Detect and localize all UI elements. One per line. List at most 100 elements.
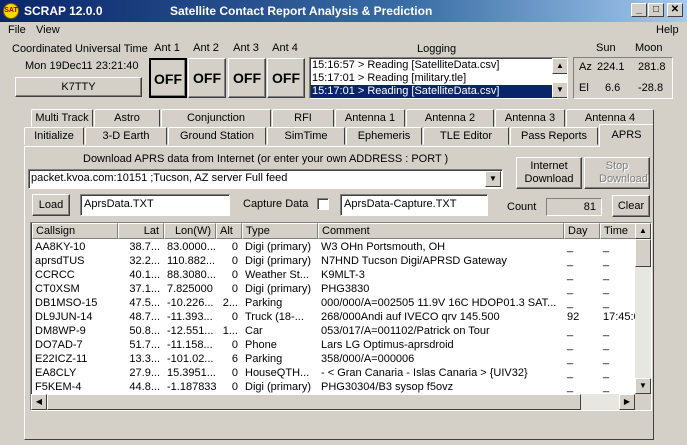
scroll-down-button[interactable]: ▼ — [635, 378, 651, 394]
tab-astro[interactable]: Astro — [94, 109, 160, 127]
cell-time: _ — [603, 283, 610, 295]
ant2-off-button[interactable]: OFF — [188, 58, 226, 98]
table-row[interactable]: CCRCC 40.1... 88.3080... 0 Weather St... K9ML… — [31, 268, 635, 282]
tab-multi-track[interactable]: Multi Track — [31, 109, 93, 127]
clear-button[interactable]: Clear — [612, 195, 650, 217]
scroll-right-button[interactable]: ▶ — [619, 394, 635, 410]
vertical-scrollbar[interactable]: ▲ ▼ — [635, 223, 651, 394]
chevron-down-icon[interactable]: ▼ — [485, 171, 501, 187]
load-file-field[interactable]: AprsData.TXT — [80, 194, 230, 216]
tab-3d-earth[interactable]: 3-D Earth — [85, 127, 167, 145]
cell-time: _ — [603, 269, 610, 281]
col-comment[interactable]: Comment — [318, 223, 564, 239]
logging-listbox[interactable]: 15:16:57 > Reading [SatelliteData.csv] 1… — [309, 57, 568, 99]
ant1-off-button[interactable]: OFF — [149, 58, 187, 98]
close-button[interactable]: ✕ — [667, 3, 683, 17]
cell-type: Parking — [245, 353, 283, 365]
cell-callsign: CCRCC — [35, 269, 75, 281]
table-row[interactable]: AA8KY-10 38.7... 83.0000... 0 Digi (primary)… — [31, 240, 635, 254]
app-name: SCRAP 12.0.0 — [24, 4, 103, 18]
cell-time: _ — [603, 367, 610, 379]
cell-alt: 0 — [231, 367, 238, 379]
col-lat[interactable]: Lat — [118, 223, 164, 239]
log-scroll-up-button[interactable]: ▲ — [552, 58, 567, 74]
menu-view[interactable]: View — [36, 24, 60, 36]
cell-type: Weather St... — [245, 269, 309, 281]
sun-az-value: 224.1 — [597, 61, 625, 73]
tab-tle-editor[interactable]: TLE Editor — [423, 127, 509, 145]
table-row[interactable]: aprsdTUS 32.2... 110.882... 0 Digi (primary)… — [31, 254, 635, 268]
scroll-thumb[interactable] — [635, 239, 651, 267]
server-value: packet.kvoa.com:10151 ;Tucson, AZ server… — [31, 172, 288, 184]
table-row[interactable]: EA8CLY 27.9... 15.3951... 0 HouseQTH... - < G… — [31, 366, 635, 380]
table-row[interactable]: DB1MSO-15 47.5... -10.226... 2... Parking 000… — [31, 296, 635, 310]
tab-simtime[interactable]: SimTime — [267, 127, 345, 145]
col-time[interactable]: Time — [600, 223, 636, 239]
capture-file-field[interactable]: AprsData-Capture.TXT — [340, 194, 488, 216]
tab-antenna-1[interactable]: Antenna 1 — [335, 109, 405, 127]
minimize-button[interactable]: _ — [631, 3, 647, 17]
scroll-corner — [635, 394, 651, 410]
server-combobox[interactable]: packet.kvoa.com:10151 ;Tucson, AZ server… — [28, 169, 503, 189]
cell-time: _ — [603, 325, 610, 337]
cell-callsign: AA8KY-10 — [35, 241, 86, 253]
hscroll-thumb[interactable] — [47, 394, 581, 410]
cell-callsign: DL9JUN-14 — [35, 311, 93, 323]
load-button[interactable]: Load — [32, 194, 70, 216]
utc-label: Coordinated Universal Time — [12, 43, 148, 55]
cell-type: Digi (primary) — [245, 381, 311, 393]
cell-type: Phone — [245, 339, 277, 351]
cell-lat: 37.1... — [129, 283, 160, 295]
log-line-selected: 15:17:01 > Reading [SatelliteData.csv] — [311, 85, 553, 98]
logging-label: Logging — [417, 43, 457, 55]
table-row[interactable]: F5KEM-4 44.8... -1.187833 0 Digi (primary) PH… — [31, 380, 635, 394]
tab-pass-reports[interactable]: Pass Reports — [510, 127, 598, 145]
callsign-button[interactable]: K7TTY — [15, 77, 142, 97]
cell-type: Parking — [245, 297, 283, 309]
table-row[interactable]: CT0XSM 37.1... 7.825000 0 Digi (primary) PHG3… — [31, 282, 635, 296]
log-scroll-down-button[interactable]: ▼ — [552, 82, 567, 98]
menu-file[interactable]: File — [8, 24, 26, 36]
table-row[interactable]: DL9JUN-14 48.7... -11.393... 0 Truck (18-...… — [31, 310, 636, 324]
tab-aprs[interactable]: APRS — [599, 124, 654, 147]
col-day[interactable]: Day — [564, 223, 600, 239]
az-label: Az — [579, 61, 592, 73]
tab-ground-station[interactable]: Ground Station — [168, 127, 266, 145]
ant1-label: Ant 1 — [154, 42, 180, 54]
maximize-button[interactable]: □ — [648, 3, 664, 17]
cell-alt: 0 — [231, 381, 238, 393]
cell-time: _ — [603, 297, 610, 309]
col-alt[interactable]: Alt — [216, 223, 242, 239]
table-row[interactable]: DO7AD-7 51.7... -11.158... 0 Phone Lars LG Op… — [31, 338, 635, 352]
tab-antenna-3[interactable]: Antenna 3 — [495, 109, 565, 127]
cell-lat: 47.5... — [129, 297, 160, 309]
cell-alt: 1... — [222, 325, 238, 337]
cell-time: _ — [603, 255, 610, 267]
aprs-table[interactable]: Callsign Lat Lon(W) Alt Type Comment Day… — [30, 222, 652, 411]
tab-initialize[interactable]: Initialize — [24, 127, 84, 145]
ant3-off-button[interactable]: OFF — [228, 58, 266, 98]
horizontal-scrollbar[interactable]: ◀ ▶ — [31, 394, 635, 410]
menu-help[interactable]: Help — [656, 24, 679, 36]
col-type[interactable]: Type — [242, 223, 318, 239]
title-bar[interactable]: SAT SCRAP 12.0.0 Satellite Contact Repor… — [0, 0, 687, 22]
ant4-off-button[interactable]: OFF — [267, 58, 305, 98]
aprs-panel: Download APRS data from Internet (or ent… — [24, 146, 654, 440]
scroll-left-button[interactable]: ◀ — [31, 394, 47, 410]
window-caption: Satellite Contact Report Analysis & Pred… — [170, 4, 433, 18]
tab-rfi[interactable]: RFI — [272, 109, 334, 127]
col-callsign[interactable]: Callsign — [32, 223, 118, 239]
table-row[interactable]: DM8WP-9 50.8... -12.551... 1... Car 053/017/A… — [31, 324, 635, 338]
stop-download-button[interactable]: Stop Download — [584, 157, 650, 189]
table-row[interactable]: E22ICZ-11 13.3... -101.02... 6 Parking 358/00… — [31, 352, 635, 366]
cell-day: _ — [567, 283, 574, 295]
internet-download-button[interactable]: Internet Download — [516, 157, 582, 189]
cell-comment: - < Gran Canaria - Islas Canaria > {UIV3… — [321, 367, 528, 379]
tab-antenna-2[interactable]: Antenna 2 — [406, 109, 494, 127]
col-lon[interactable]: Lon(W) — [164, 223, 216, 239]
scroll-up-button[interactable]: ▲ — [635, 223, 651, 239]
tab-ephemeris[interactable]: Ephemeris — [346, 127, 422, 145]
tab-conjunction[interactable]: Conjunction — [161, 109, 271, 127]
capture-checkbox[interactable] — [317, 198, 329, 210]
cell-time: _ — [603, 353, 610, 365]
